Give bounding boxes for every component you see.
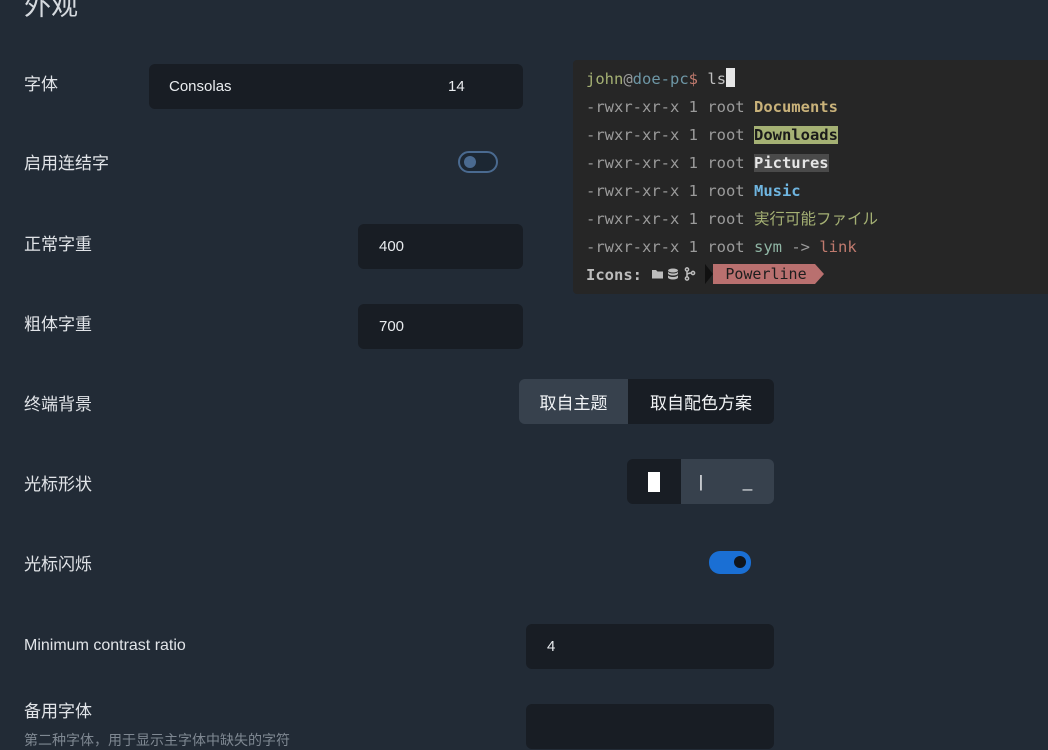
listing-perm: -rwxr-xr-x 1 root	[586, 154, 745, 172]
entry-executable: 実行可能ファイル	[753, 210, 878, 228]
entry-documents: Documents	[753, 98, 838, 116]
option-from-theme[interactable]: 取自主题	[519, 379, 628, 424]
ligatures-toggle[interactable]	[458, 151, 498, 173]
option-from-color-scheme[interactable]: 取自配色方案	[628, 379, 774, 424]
prompt-command: ls	[707, 70, 727, 88]
powerline-right-arrow	[814, 263, 824, 284]
listing-perm: -rwxr-xr-x 1 root	[586, 238, 745, 256]
fallback-font-description: 第二种字体，用于显示主字体中缺失的字符	[24, 732, 290, 748]
icons-label: Icons:	[586, 266, 642, 284]
listing-line: -rwxr-xr-x 1 root Music	[586, 180, 1048, 208]
cursor-blink-label: 光标闪烁	[24, 555, 92, 574]
cursor-bar-option[interactable]: |	[681, 459, 721, 504]
git-branch-icon	[684, 267, 696, 281]
listing-perm: -rwxr-xr-x 1 root	[586, 182, 745, 200]
terminal-preview: john@doe-pc$ ls -rwxr-xr-x 1 root Docume…	[573, 60, 1048, 294]
listing-line: -rwxr-xr-x 1 root sym -> link	[586, 236, 1048, 264]
listing-perm: -rwxr-xr-x 1 root	[586, 126, 745, 144]
toggle-knob	[734, 556, 746, 568]
cursor-underline-option[interactable]: _	[721, 459, 774, 504]
nerd-font-icons	[652, 267, 696, 281]
bold-weight-input[interactable]: 700	[358, 304, 523, 349]
listing-line: -rwxr-xr-x 1 root Pictures	[586, 152, 1048, 180]
prompt-host: doe-pc	[632, 70, 689, 88]
prompt-user: john	[586, 70, 624, 88]
font-field[interactable]: Consolas 14	[149, 64, 523, 109]
entry-link-target: link	[819, 238, 857, 256]
listing-perm: -rwxr-xr-x 1 root	[586, 98, 745, 116]
entry-symlink: sym	[753, 238, 782, 256]
cursor-shape-label: 光标形状	[24, 475, 92, 494]
cursor-blink-toggle[interactable]	[709, 551, 751, 574]
fallback-font-input[interactable]	[526, 704, 774, 749]
font-family-value[interactable]: Consolas	[169, 78, 232, 95]
fallback-font-label: 备用字体	[24, 702, 92, 721]
powerline-segment: Powerline	[705, 263, 824, 284]
prompt-symbol: $	[688, 70, 699, 88]
cursor-shape-selector[interactable]: | _	[627, 459, 774, 504]
section-title: 外观	[24, 0, 78, 21]
min-contrast-input[interactable]: 4	[526, 624, 774, 669]
block-cursor-icon	[648, 471, 660, 492]
terminal-background-label: 终端背景	[24, 395, 92, 414]
terminal-cursor	[726, 68, 736, 87]
symlink-arrow: ->	[791, 238, 810, 256]
icons-line: Icons: Powerline	[586, 263, 1048, 292]
powerline-left-arrow	[705, 263, 714, 284]
font-label: 字体	[24, 75, 58, 94]
prompt-line: john@doe-pc$ ls	[586, 68, 1048, 96]
normal-weight-label: 正常字重	[24, 235, 92, 254]
prompt-at: @	[623, 70, 633, 88]
cursor-block-option[interactable]	[627, 459, 681, 504]
folder-icon	[652, 270, 664, 279]
ligatures-label: 启用连结字	[24, 154, 109, 173]
listing-line: -rwxr-xr-x 1 root 実行可能ファイル	[586, 208, 1048, 236]
toggle-knob	[464, 156, 476, 168]
powerline-label: Powerline	[713, 263, 815, 284]
database-icon	[668, 268, 679, 280]
terminal-background-selector[interactable]: 取自主题 取自配色方案	[519, 379, 774, 424]
bold-weight-label: 粗体字重	[24, 315, 92, 334]
entry-music: Music	[753, 182, 801, 200]
min-contrast-label: Minimum contrast ratio	[24, 637, 186, 654]
font-size-value[interactable]: 14	[448, 78, 465, 95]
entry-downloads: Downloads	[753, 126, 838, 144]
listing-line: -rwxr-xr-x 1 root Documents	[586, 96, 1048, 124]
entry-pictures: Pictures	[753, 154, 829, 172]
listing-perm: -rwxr-xr-x 1 root	[586, 210, 745, 228]
normal-weight-input[interactable]: 400	[358, 224, 523, 269]
listing-line: -rwxr-xr-x 1 root Downloads	[586, 124, 1048, 152]
